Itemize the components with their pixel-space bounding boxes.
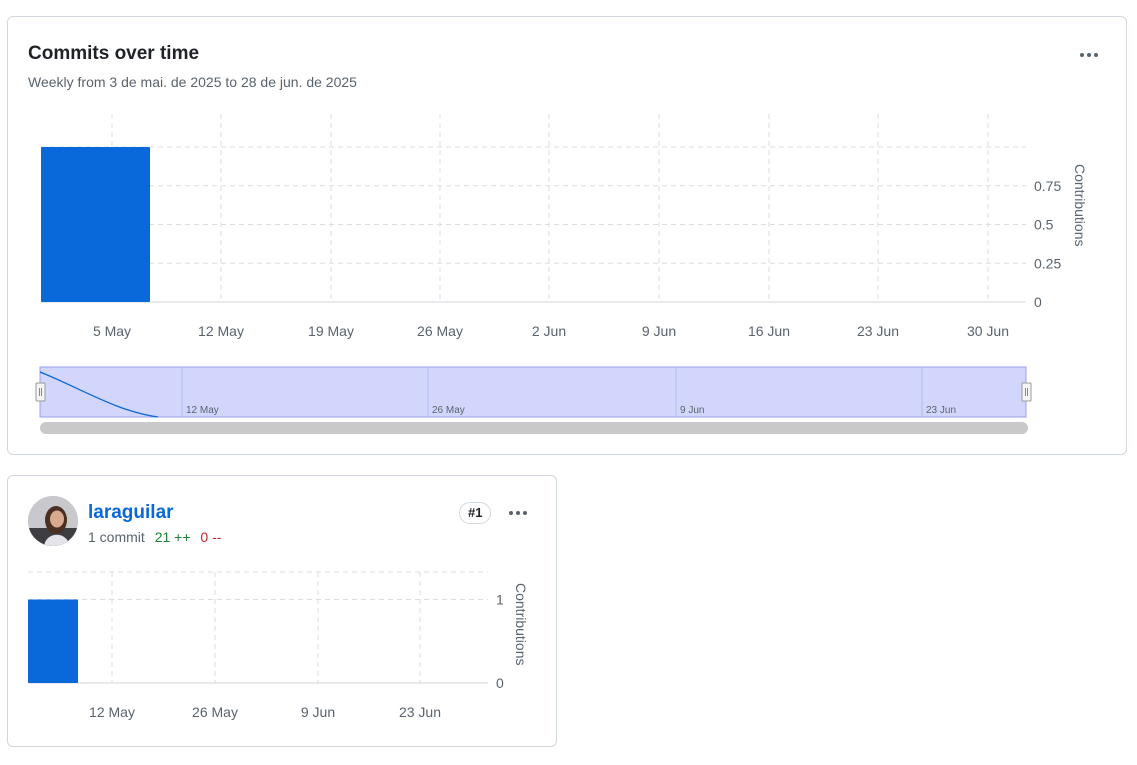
x-tick-label: 12 May <box>89 704 135 720</box>
y-axis-label: Contributions <box>513 583 529 666</box>
x-tick-label: 26 May <box>192 704 238 720</box>
x-tick-label: 23 Jun <box>399 704 441 720</box>
bar[interactable] <box>28 599 78 683</box>
navigator-right-handle[interactable] <box>1021 382 1032 402</box>
y-tick-label: 1 <box>496 592 504 608</box>
navigator-tick-label: 23 Jun <box>926 405 956 416</box>
range-navigator[interactable]: 12 May 26 May 9 Jun 23 Jun <box>8 17 1126 447</box>
commits-over-time-card: Commits over time Weekly from 3 de mai. … <box>7 16 1127 455</box>
navigator-scrollbar[interactable] <box>40 422 1028 434</box>
navigator-tick-label: 12 May <box>186 405 219 416</box>
navigator-left-handle[interactable] <box>35 382 46 402</box>
navigator-tick-label: 26 May <box>432 405 465 416</box>
y-tick-label: 0 <box>496 675 504 691</box>
x-tick-label: 9 Jun <box>301 704 335 720</box>
contributor-chart: 12 May 26 May 9 Jun 23 Jun 0 1 Contributions <box>28 571 529 720</box>
navigator-tick-label: 9 Jun <box>680 405 704 416</box>
contributor-card: laraguilar 1 commit 21 ++ 0 -- #1 12 May… <box>7 475 557 747</box>
